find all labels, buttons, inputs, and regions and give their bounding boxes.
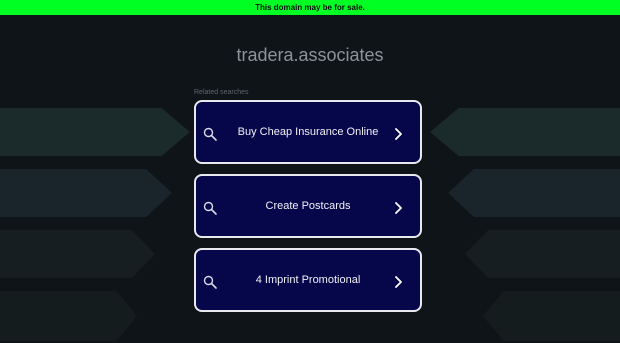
decorative-arrow-left [0, 169, 172, 217]
chevron-right-icon [395, 128, 402, 140]
chevron-right-icon [395, 202, 402, 214]
related-search-link[interactable]: Buy Cheap Insurance Online [194, 100, 422, 164]
related-search-label: 4 Imprint Promotional [255, 274, 361, 286]
decorative-arrow-right [448, 169, 620, 217]
domain-title: tradera.associates [236, 45, 384, 65]
related-search-label: Create Postcards [265, 200, 351, 212]
related-search-link[interactable]: Create Postcards [194, 174, 422, 238]
related-search-link[interactable]: 4 Imprint Promotional [194, 248, 422, 312]
decorative-arrow-right [430, 108, 620, 156]
related-searches-heading: Related searches [194, 89, 249, 96]
for-sale-banner[interactable]: This domain may be for sale. [0, 0, 620, 15]
decorative-arrow-right [483, 291, 620, 341]
decorative-arrow-left [0, 108, 190, 156]
banner-text: This domain may be for sale. [255, 3, 365, 12]
related-search-label: Buy Cheap Insurance Online [237, 126, 379, 138]
decorative-arrow-left [0, 230, 155, 278]
chevron-right-icon [395, 276, 402, 288]
decorative-arrow-right [465, 230, 620, 278]
decorative-arrow-left [0, 291, 137, 341]
